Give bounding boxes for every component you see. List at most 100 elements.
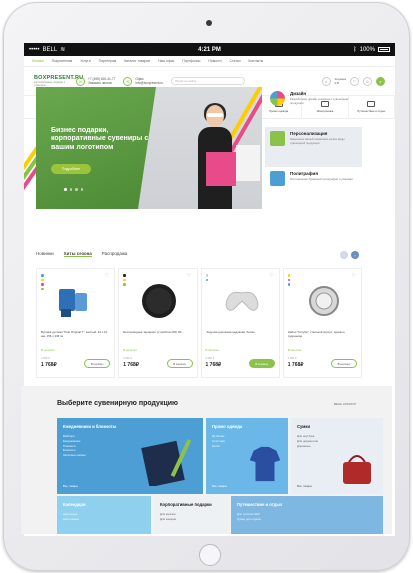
tile-link[interactable]: Для женщин xyxy=(160,517,176,522)
stock-status: В наличии xyxy=(123,348,137,352)
add-to-cart-button[interactable]: В корзину xyxy=(84,359,111,368)
site-logo[interactable]: BOXPRESENT.RU корпоративные подарки и су… xyxy=(34,75,83,87)
tile-link[interactable]: Записные книжки xyxy=(63,453,86,458)
service-design[interactable]: Дизайн Разработаем дизайн подарков и суве… xyxy=(265,87,362,127)
signal-icon: ••••• xyxy=(29,46,40,53)
topnav-item[interactable]: Новости xyxy=(208,59,221,63)
favorite-icon[interactable]: ♡ xyxy=(269,273,273,279)
color-swatches[interactable] xyxy=(123,274,126,286)
slider-dots[interactable] xyxy=(64,188,83,191)
slider-dot[interactable] xyxy=(75,188,78,191)
services-sidebar: Дизайн Разработаем дизайн подарков и суве… xyxy=(265,87,362,207)
cart-icon[interactable]: ⌂ xyxy=(321,76,331,86)
handbag-illustration xyxy=(343,455,371,484)
tile-gifts[interactable]: Корпоративные подарки Для мужчин Для жен… xyxy=(154,496,228,534)
tab-sale[interactable]: Распродажа xyxy=(102,251,128,257)
topnav-item[interactable]: Покупателям xyxy=(52,59,73,63)
palette-icon xyxy=(270,91,285,106)
city-selector[interactable]: Москва xyxy=(32,59,44,63)
product-image-pillow xyxy=(224,291,259,311)
home-button[interactable] xyxy=(199,544,221,566)
tile-list: Для путешествий Сумки для отдыха xyxy=(237,512,261,522)
product-price: 1 768₽ xyxy=(287,362,304,368)
user-icon[interactable]: ☺ xyxy=(363,76,372,86)
product-card[interactable]: ♡ Беспроводное зарядное устройство 8W, 8… xyxy=(118,268,198,378)
product-price: 1 768₽ xyxy=(123,362,139,368)
service-title: Полиграфия xyxy=(290,171,318,176)
umbrella-icon xyxy=(367,101,376,107)
topnav-item[interactable]: Портфолио xyxy=(182,59,200,63)
add-to-cart-button[interactable]: В корзину xyxy=(166,359,193,368)
add-to-cart-button[interactable]: В корзину xyxy=(331,359,357,368)
tile-link[interactable]: Настольные xyxy=(63,517,79,522)
next-arrow-icon[interactable]: › xyxy=(351,251,359,259)
topnav-item[interactable]: Наш офис xyxy=(158,59,174,63)
product-price: 1 768₽ xyxy=(41,362,57,368)
slider-dot[interactable] xyxy=(64,188,67,191)
search-input[interactable]: Поиск по сайту xyxy=(171,77,246,85)
hero-more-button[interactable]: Подробнее xyxy=(51,164,91,174)
service-personalization[interactable]: Персонализация Нанесение вашей символики … xyxy=(265,127,362,167)
tile-bags[interactable]: Сумки Для ноутбука Для документов Дорожн… xyxy=(291,418,383,494)
color-swatches[interactable] xyxy=(41,274,44,290)
color-swatches[interactable] xyxy=(287,274,291,286)
product-card[interactable]: ♡ Подушка дорожная надувная, белая В нал… xyxy=(200,268,280,378)
tile-link[interactable]: Дорожные xyxy=(297,444,318,449)
service-desc: Нанесение вашей символики на все виды су… xyxy=(290,137,345,145)
service-title: Персонализация xyxy=(290,131,328,136)
tile-link[interactable]: Толстовки xyxy=(212,439,225,444)
email-block[interactable]: ✉ Офис info@boxpresent.ru xyxy=(123,76,163,86)
tile-calendars[interactable]: Календари Настенные Настольные xyxy=(57,496,151,534)
all-catalog-link[interactable]: ВЕСЬ КАТАЛОГ xyxy=(334,402,356,406)
hero-banner[interactable]: Бизнес подарки, корпоративные сувениры с… xyxy=(36,87,262,209)
tile-notebooks[interactable]: Ежедневники и блокноты Blokhopp Ежедневн… xyxy=(57,418,203,494)
tile-more-link[interactable]: Все товары xyxy=(212,484,227,488)
tile-list: Для ноутбука Для документов Дорожные xyxy=(297,434,318,448)
slider-dot[interactable] xyxy=(69,188,72,191)
callback-link[interactable]: Заказать звонок xyxy=(88,81,115,85)
tile-list: Футболки Толстовки Кепки xyxy=(212,434,225,448)
topnav-item[interactable]: Партнерам xyxy=(99,59,117,63)
carrier-label: BELL xyxy=(42,46,58,53)
tile-clothing[interactable]: Промо одежда Футболки Толстовки Кепки Вс… xyxy=(206,418,288,494)
service-printing[interactable]: Полиграфия Изготовление бумажной полиграф… xyxy=(265,167,362,207)
search-icon[interactable]: ⌕ xyxy=(376,76,385,86)
old-price: 2 950 ₽ xyxy=(287,357,297,360)
color-swatches[interactable] xyxy=(205,274,208,281)
topnav-item[interactable]: Статьи xyxy=(230,59,241,63)
tile-link[interactable]: Кепки xyxy=(212,444,225,449)
phone-block[interactable]: ☏ +7 (495) 620-41-77 Заказать звонок xyxy=(76,76,115,86)
shirt-print-icon xyxy=(270,131,285,146)
product-image-charger xyxy=(142,284,177,318)
product-card[interactable]: ♡ Вуговка детская "Kids Original T", жел… xyxy=(36,268,116,378)
product-image-lanyard xyxy=(59,289,87,317)
tile-link[interactable]: Сумки для отдыха xyxy=(237,517,261,522)
product-name[interactable]: Набор "Голуба", стальной корпус, зеркало… xyxy=(288,331,357,343)
slider-dot[interactable] xyxy=(80,188,83,191)
favorite-icon[interactable]: ♡ xyxy=(105,273,109,279)
product-name[interactable]: Вуговка детская "Kids Original T", желты… xyxy=(41,331,110,343)
favorite-icon[interactable]: ♡ xyxy=(352,273,356,279)
email-address[interactable]: info@boxpresent.ru xyxy=(135,81,163,85)
tile-more-link[interactable]: Все товары xyxy=(297,484,312,488)
heart-icon[interactable]: ♡ xyxy=(350,76,359,86)
product-name[interactable]: Подушка дорожная надувная, белая xyxy=(206,331,275,343)
shirt-illustration xyxy=(249,446,281,482)
add-to-cart-button[interactable]: В корзину xyxy=(248,359,275,368)
favorite-icon[interactable]: ♡ xyxy=(187,273,191,279)
old-price: 2 950 ₽ xyxy=(205,357,215,360)
service-desc: Изготовление бумажной полиграфии и упако… xyxy=(290,177,353,181)
tile-link[interactable]: Для документов xyxy=(297,439,318,444)
product-name[interactable]: Беспроводное зарядное устройство 8W, 80.… xyxy=(123,331,192,343)
old-price: 2 950 ₽ xyxy=(41,357,50,360)
prev-arrow-icon[interactable]: ‹ xyxy=(340,251,348,259)
topnav-item[interactable]: Услуги xyxy=(80,59,90,63)
tab-hits[interactable]: Хиты сезона xyxy=(63,251,92,257)
topnav-item[interactable]: Контакты xyxy=(249,59,264,63)
topnav-item[interactable]: Каталог товаров xyxy=(124,59,150,63)
tile-more-link[interactable]: Все товары xyxy=(63,484,78,488)
product-card[interactable]: ♡ Набор "Голуба", стальной корпус, зерка… xyxy=(282,268,362,378)
tile-travel[interactable]: Путешествие и отдых Для путешествий Сумк… xyxy=(231,496,383,534)
clock: 4:21 PM xyxy=(198,46,221,53)
tab-new[interactable]: Новинки xyxy=(36,251,54,257)
